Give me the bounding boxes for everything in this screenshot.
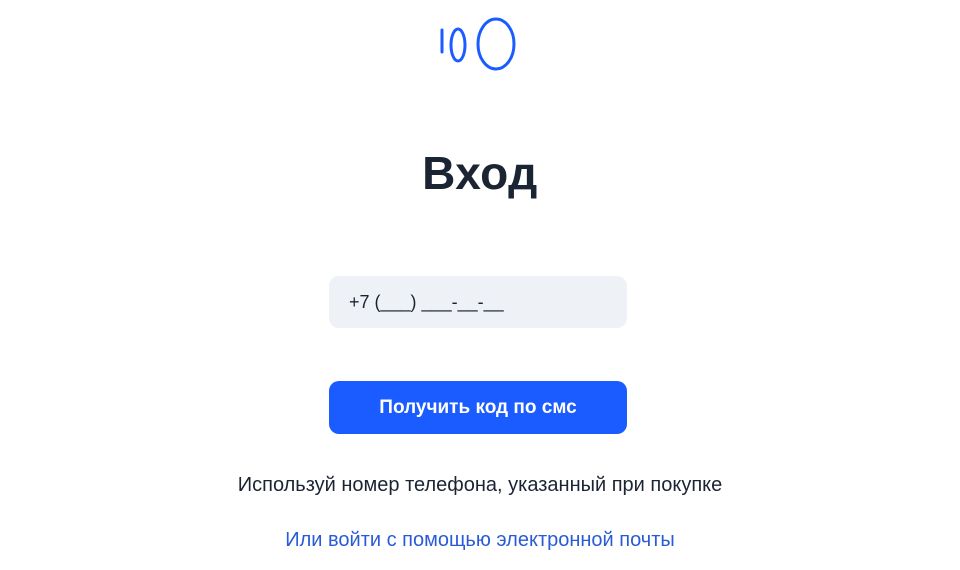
email-login-link[interactable]: Или войти с помощью электронной почты bbox=[0, 529, 960, 552]
brand-logo-icon bbox=[440, 17, 516, 71]
get-sms-code-button[interactable]: Получить код по смс bbox=[329, 381, 627, 434]
page-title: Вход bbox=[422, 147, 538, 199]
phone-hint-text: Используй номер телефона, указанный при … bbox=[237, 474, 723, 496]
login-page: Вход Получить код по смс Используй номер… bbox=[0, 0, 960, 570]
phone-input[interactable] bbox=[329, 276, 627, 328]
